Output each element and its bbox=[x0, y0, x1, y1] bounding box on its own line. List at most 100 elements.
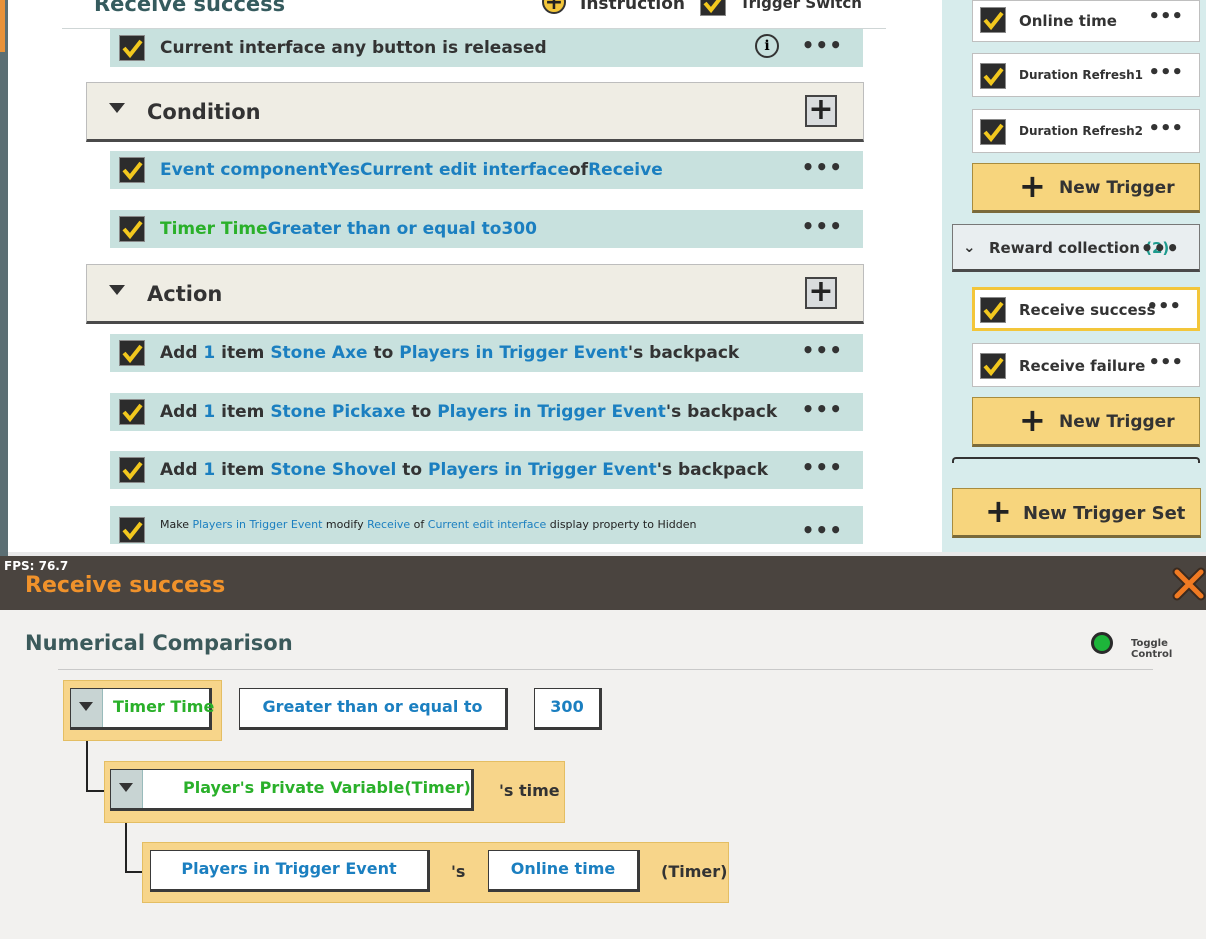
more-icon[interactable]: ••• bbox=[802, 455, 843, 479]
action-param[interactable]: Stone Axe bbox=[270, 343, 367, 363]
collapse-triangle-icon[interactable] bbox=[109, 103, 125, 113]
sidebar-item-checkbox[interactable] bbox=[980, 63, 1006, 89]
action-param[interactable]: Stone Pickaxe bbox=[270, 402, 405, 422]
timer-time-dropdown[interactable]: Timer Time bbox=[70, 688, 214, 730]
action-param[interactable]: 1 bbox=[203, 343, 215, 363]
condition-row[interactable]: Event componentYesCurrent edit interface… bbox=[110, 151, 863, 189]
event-row-checkbox[interactable] bbox=[119, 35, 145, 61]
more-icon[interactable]: ••• bbox=[1148, 118, 1183, 139]
more-icon[interactable]: ••• bbox=[1146, 296, 1181, 317]
action-row[interactable]: Make Players in Trigger Event modify Rec… bbox=[110, 506, 863, 544]
comparison-value-button[interactable]: 300 bbox=[534, 688, 602, 730]
sidebar-item-receive-failure[interactable]: Receive failure ••• bbox=[972, 343, 1200, 387]
action-row-checkbox[interactable] bbox=[119, 399, 145, 425]
sidebar-item-duration-refresh2[interactable]: Duration Refresh2 ••• bbox=[972, 109, 1200, 153]
action-row[interactable]: Add 1 item Stone Axe to Players in Trigg… bbox=[110, 334, 863, 372]
add-action-button[interactable]: + bbox=[805, 277, 837, 309]
sidebar-item-duration-refresh1[interactable]: Duration Refresh1 ••• bbox=[972, 53, 1200, 97]
action-section-header[interactable]: Action + bbox=[86, 264, 864, 324]
more-icon[interactable]: ••• bbox=[802, 397, 843, 421]
sidebar-item-checkbox[interactable] bbox=[980, 7, 1006, 33]
info-icon[interactable]: i bbox=[755, 34, 779, 58]
action-row[interactable]: Add 1 item Stone Shovel to Players in Tr… bbox=[110, 451, 863, 489]
more-icon[interactable]: ••• bbox=[802, 338, 843, 362]
group-label: Reward collection bbox=[989, 239, 1140, 257]
condition-param[interactable]: Event componentYesCurrent edit interface bbox=[160, 160, 569, 180]
event-row[interactable]: Current interface any button is released… bbox=[110, 29, 863, 67]
instruction-label[interactable]: Instruction bbox=[580, 0, 685, 14]
player-target-button[interactable]: Players in Trigger Event bbox=[150, 850, 430, 892]
action-param[interactable]: Receive bbox=[367, 518, 410, 531]
action-param[interactable]: Stone Shovel bbox=[270, 460, 396, 480]
new-trigger-button[interactable]: + New Trigger bbox=[972, 397, 1200, 447]
fps-counter: FPS: 76.7 bbox=[4, 559, 69, 573]
action-row-checkbox[interactable] bbox=[119, 517, 145, 543]
editor-header: Receive success + Instruction Trigger Sw… bbox=[62, 0, 886, 29]
toggle-control-indicator[interactable] bbox=[1091, 632, 1113, 654]
left-strip-accent bbox=[0, 0, 5, 52]
trigger-switch-checkbox[interactable] bbox=[700, 0, 726, 16]
condition-row-checkbox[interactable] bbox=[119, 157, 145, 183]
new-trigger-label: New Trigger bbox=[1059, 178, 1175, 198]
sidebar-item-label: Receive failure bbox=[1019, 357, 1146, 375]
action-text: item bbox=[215, 402, 271, 422]
dropdown-arrow-icon[interactable] bbox=[71, 689, 103, 727]
more-icon[interactable]: ••• bbox=[1148, 352, 1183, 373]
plus-icon: + bbox=[1019, 401, 1046, 439]
action-text: Add bbox=[160, 460, 204, 480]
action-text: item bbox=[215, 343, 271, 363]
more-icon[interactable]: ••• bbox=[1148, 62, 1183, 83]
action-param[interactable]: Players in Trigger Event bbox=[192, 518, 322, 531]
event-row-text: Current interface any button is released bbox=[160, 38, 547, 58]
condition-section-label: Condition bbox=[147, 100, 261, 124]
comparison-operator-button[interactable]: Greater than or equal to bbox=[239, 688, 508, 730]
condition-param[interactable]: Timer Time bbox=[160, 219, 268, 239]
condition-row-checkbox[interactable] bbox=[119, 216, 145, 242]
more-icon[interactable]: ••• bbox=[1148, 6, 1183, 27]
condition-section-header[interactable]: Condition + bbox=[86, 82, 864, 142]
sidebar-item-label: Duration Refresh2 bbox=[1019, 124, 1144, 138]
sidebar-item-checkbox[interactable] bbox=[980, 297, 1006, 323]
collapse-triangle-icon[interactable] bbox=[109, 285, 125, 295]
dialog-subheading: Numerical Comparison bbox=[25, 631, 293, 655]
trigger-switch-label: Trigger Switch bbox=[740, 0, 862, 12]
action-param[interactable]: Players in Trigger Event bbox=[437, 402, 666, 422]
action-param[interactable]: 1 bbox=[203, 402, 215, 422]
sidebar-item-checkbox[interactable] bbox=[980, 119, 1006, 145]
condition-param[interactable]: Receive bbox=[588, 160, 663, 180]
condition-value[interactable]: 300 bbox=[501, 219, 537, 239]
new-trigger-set-label: New Trigger Set bbox=[1023, 503, 1186, 524]
trigger-group-reward-collection[interactable]: ⌄ Reward collection (2) ••• bbox=[952, 224, 1200, 272]
more-icon[interactable]: ••• bbox=[802, 518, 843, 542]
action-row[interactable]: Add 1 item Stone Pickaxe to Players in T… bbox=[110, 393, 863, 431]
toggle-control-label[interactable]: Toggle Control bbox=[1131, 638, 1206, 660]
dropdown-arrow-icon[interactable] bbox=[111, 770, 143, 808]
more-icon[interactable]: ••• bbox=[802, 155, 843, 179]
action-param[interactable]: 1 bbox=[203, 460, 215, 480]
action-row-checkbox[interactable] bbox=[119, 457, 145, 483]
sidebar-item-checkbox[interactable] bbox=[980, 353, 1006, 379]
action-param[interactable]: Players in Trigger Event bbox=[399, 343, 628, 363]
more-icon[interactable]: ••• bbox=[802, 214, 843, 238]
new-trigger-set-button[interactable]: + New Trigger Set bbox=[952, 488, 1201, 538]
condition-operator[interactable]: Greater than or equal to bbox=[268, 219, 502, 239]
trigger-editor-area: Receive success + Instruction Trigger Sw… bbox=[0, 0, 1206, 556]
action-text: of bbox=[410, 518, 428, 531]
condition-row[interactable]: Timer TimeGreater than or equal to300 ••… bbox=[110, 210, 863, 248]
instruction-add-icon[interactable]: + bbox=[542, 0, 566, 14]
more-icon[interactable]: ••• bbox=[802, 33, 843, 57]
private-variable-dropdown[interactable]: Player's Private Variable(Timer) bbox=[110, 769, 474, 811]
new-trigger-button[interactable]: + New Trigger bbox=[972, 163, 1200, 213]
action-param[interactable]: Players in Trigger Event bbox=[428, 460, 657, 480]
more-icon[interactable]: ••• bbox=[1141, 236, 1179, 260]
action-text: 's backpack bbox=[627, 343, 740, 363]
sidebar-item-receive-success[interactable]: Receive success ••• bbox=[972, 287, 1200, 331]
action-text: Make bbox=[160, 518, 193, 531]
action-row-checkbox[interactable] bbox=[119, 340, 145, 366]
action-param[interactable]: Current edit interface bbox=[428, 518, 547, 531]
add-condition-button[interactable]: + bbox=[805, 95, 837, 127]
chevron-down-icon[interactable]: ⌄ bbox=[963, 238, 976, 256]
attribute-button[interactable]: Online time bbox=[488, 850, 640, 892]
sidebar-item-online-time[interactable]: Online time ••• bbox=[972, 0, 1200, 42]
close-icon[interactable] bbox=[1170, 565, 1206, 603]
